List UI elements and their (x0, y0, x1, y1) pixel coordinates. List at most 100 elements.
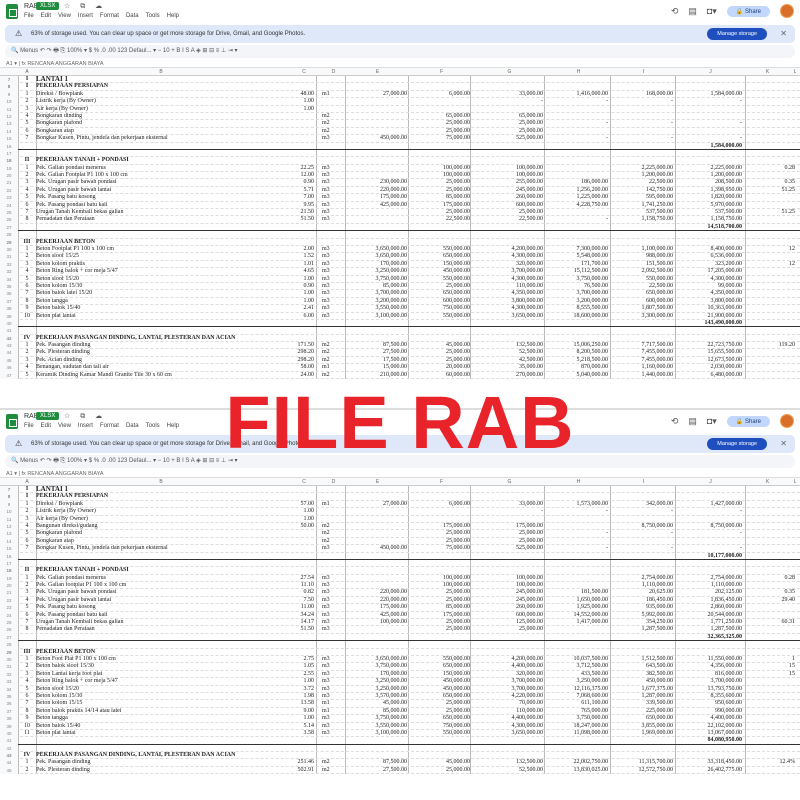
column-header-G[interactable]: G (473, 69, 546, 75)
toolbar[interactable]: 🔍 Menus ↶ ↷ 🖶 ⎘ 100% ▾ $ % .0 .00 123 De… (5, 45, 795, 58)
row-number[interactable]: 27 (0, 223, 18, 232)
row-number[interactable]: 26 (0, 626, 18, 634)
row-number[interactable]: 28 (0, 231, 18, 239)
row-number[interactable]: 36 (0, 700, 18, 708)
row-number[interactable]: 22 (0, 596, 18, 605)
menu-help[interactable]: Help (167, 13, 179, 19)
row-number[interactable]: 39 (0, 722, 18, 730)
row-number[interactable]: 42 (0, 334, 18, 343)
column-header-E[interactable]: E (345, 479, 410, 485)
row-number[interactable]: 25 (0, 209, 18, 217)
column-header-B[interactable]: B (36, 69, 286, 75)
row-number[interactable]: 31 (0, 663, 18, 671)
row-number[interactable]: 34 (0, 685, 18, 693)
row-number[interactable]: 22 (0, 186, 18, 195)
cell-reference[interactable]: A1 (6, 471, 13, 477)
close-icon[interactable]: ✕ (780, 25, 787, 43)
row-number[interactable]: 16 (0, 142, 18, 150)
row-number[interactable]: 11 (0, 105, 18, 113)
column-header-I[interactable]: I (611, 479, 676, 485)
row-number[interactable]: 9 (0, 500, 18, 509)
row-number[interactable]: 14 (0, 127, 18, 136)
row-number[interactable]: 27 (0, 633, 18, 642)
row-number[interactable]: 7 (0, 486, 18, 494)
row-number[interactable]: 47 (0, 371, 18, 380)
row-number[interactable]: 35 (0, 692, 18, 701)
row-number[interactable]: 13 (0, 530, 18, 538)
row-number[interactable]: 44 (0, 759, 18, 767)
column-header-E[interactable]: E (345, 69, 410, 75)
menu-file[interactable]: File (24, 13, 34, 19)
row-number[interactable]: 26 (0, 216, 18, 224)
menu-data[interactable]: Data (126, 423, 139, 429)
row-number[interactable]: 18 (0, 567, 18, 575)
column-header-A[interactable]: A (18, 479, 36, 485)
column-header-H[interactable]: H (546, 479, 611, 485)
menu-format[interactable]: Format (100, 423, 119, 429)
formula-bar[interactable]: A1 ▾ | fx RENCANA ANGGARAN BIAYA (0, 470, 800, 478)
row-number[interactable]: 19 (0, 164, 18, 173)
column-header-F[interactable]: F (410, 69, 473, 75)
share-button[interactable]: 🔒 Share (726, 5, 770, 17)
history-icon[interactable]: ⟲ (671, 416, 679, 427)
row-number[interactable]: 23 (0, 604, 18, 612)
menu-edit[interactable]: Edit (41, 423, 51, 429)
column-header-A[interactable]: A (18, 69, 36, 75)
star-move-cloud-icons[interactable]: ☆ ⧉ ☁ (64, 412, 106, 421)
manage-storage-button[interactable]: Manage storage (707, 28, 767, 40)
row-number[interactable]: 11 (0, 515, 18, 523)
avatar[interactable] (780, 4, 794, 18)
sheet-grid[interactable]: 7 I LANTAI 1 8 I PEKERJAAN PERSIAPAN 9 1 Direksi… (0, 486, 800, 775)
row-number[interactable]: 12 (0, 112, 18, 121)
row-number[interactable]: 16 (0, 552, 18, 560)
row-number[interactable]: 40 (0, 319, 18, 328)
row-number[interactable]: 21 (0, 179, 18, 187)
formula-input[interactable]: RENCANA ANGGARAN BIAYA (27, 61, 103, 67)
row-number[interactable]: 25 (0, 619, 18, 627)
row-number[interactable]: 31 (0, 253, 18, 261)
row-number[interactable]: 29 (0, 648, 18, 656)
history-icon[interactable]: ⟲ (671, 6, 679, 17)
column-header-K[interactable]: K (745, 479, 790, 485)
row-number[interactable]: 30 (0, 245, 18, 254)
row-number[interactable]: 30 (0, 655, 18, 664)
column-header-K[interactable]: K (745, 69, 790, 75)
row-number[interactable]: 18 (0, 157, 18, 165)
column-header-L[interactable]: L (790, 69, 800, 75)
row-number[interactable]: 28 (0, 641, 18, 649)
row-number[interactable]: 43 (0, 752, 18, 760)
column-header-B[interactable]: B (36, 479, 286, 485)
row-number[interactable]: 9 (0, 90, 18, 99)
share-button[interactable]: 🔒 Share (726, 415, 770, 427)
row-number[interactable]: 32 (0, 260, 18, 269)
comments-icon[interactable]: ▤ (688, 6, 697, 17)
column-header-C[interactable]: C (286, 479, 322, 485)
meet-icon[interactable]: ◘▾ (707, 416, 717, 427)
row-number[interactable]: 45 (0, 356, 18, 365)
row-number[interactable]: 41 (0, 327, 18, 335)
row-number[interactable]: 38 (0, 305, 18, 313)
row-number[interactable]: 42 (0, 744, 18, 753)
row-number[interactable]: 23 (0, 194, 18, 202)
formula-input[interactable]: RENCANA ANGGARAN BIAYA (27, 471, 103, 477)
row-number[interactable]: 33 (0, 678, 18, 686)
column-header-L[interactable]: L (790, 479, 800, 485)
comments-icon[interactable]: ▤ (688, 416, 697, 427)
toolbar[interactable]: 🔍 Menus ↶ ↷ 🖶 ⎘ 100% ▾ $ % .0 .00 123 De… (5, 455, 795, 468)
row-number[interactable]: 14 (0, 537, 18, 546)
menu-help[interactable]: Help (167, 423, 179, 429)
column-header-F[interactable]: F (410, 479, 473, 485)
row-number[interactable]: 24 (0, 611, 18, 620)
meet-icon[interactable]: ◘▾ (707, 6, 717, 17)
column-header-H[interactable]: H (546, 69, 611, 75)
menu-insert[interactable]: Insert (78, 13, 93, 19)
menu-view[interactable]: View (58, 423, 71, 429)
row-number[interactable]: 33 (0, 268, 18, 276)
row-number[interactable]: 12 (0, 522, 18, 531)
row-number[interactable]: 19 (0, 574, 18, 583)
row-number[interactable]: 44 (0, 349, 18, 357)
row-number[interactable]: 46 (0, 364, 18, 372)
row-number[interactable]: 7 (0, 76, 18, 84)
row-number[interactable]: 15 (0, 545, 18, 553)
column-header-J[interactable]: J (676, 479, 745, 485)
